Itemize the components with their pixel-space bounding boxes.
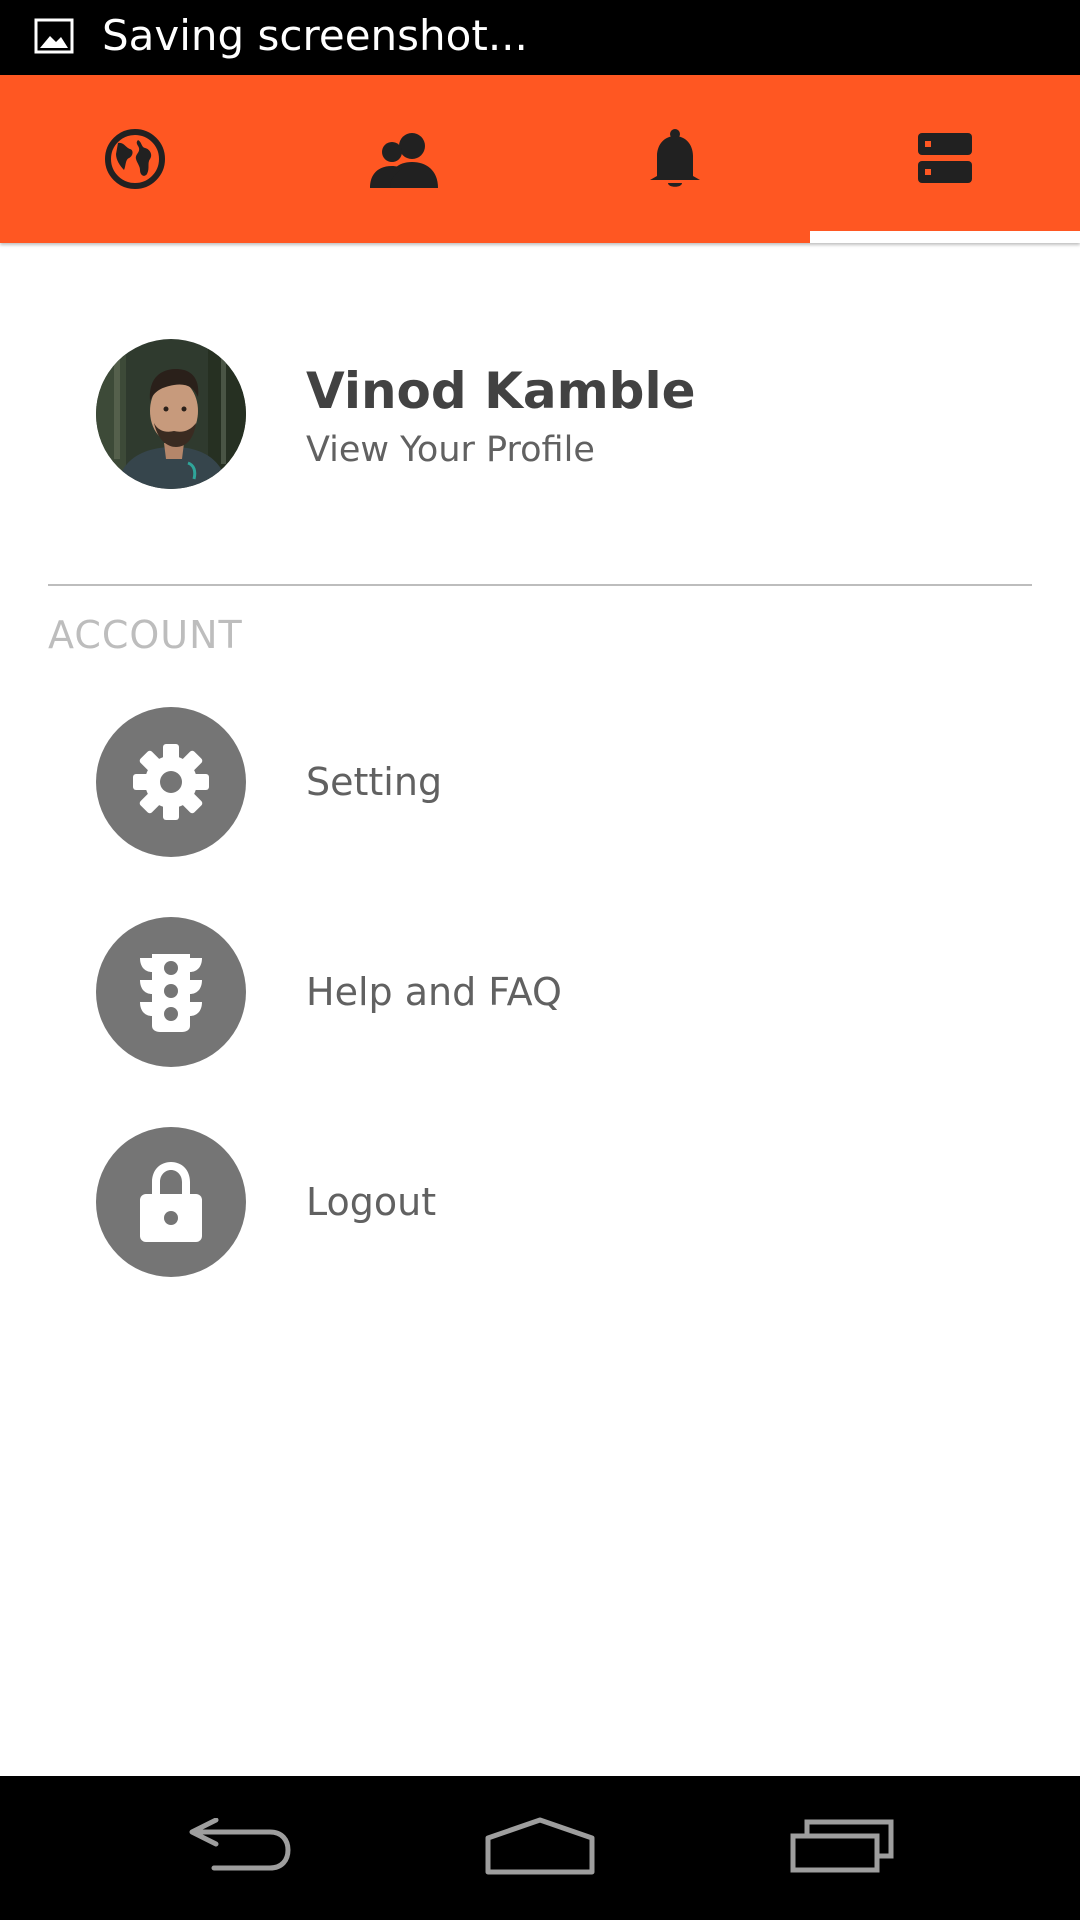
status-bar: Saving screenshot... bbox=[0, 0, 1080, 75]
list-icon bbox=[918, 133, 972, 185]
menu-item-setting[interactable]: Setting bbox=[0, 682, 1080, 882]
section-title-account: ACCOUNT bbox=[48, 613, 243, 657]
profile-name: Vinod Kamble bbox=[306, 362, 696, 420]
divider bbox=[48, 584, 1032, 586]
back-button[interactable] bbox=[170, 1798, 310, 1898]
tab-bar bbox=[0, 75, 1080, 243]
home-icon bbox=[484, 1816, 596, 1880]
menu-label-help: Help and FAQ bbox=[306, 970, 562, 1014]
lock-icon bbox=[96, 1127, 246, 1277]
menu-item-help[interactable]: Help and FAQ bbox=[0, 892, 1080, 1092]
recents-button[interactable] bbox=[772, 1798, 912, 1898]
profile-header[interactable]: Vinod Kamble View Your Profile bbox=[0, 243, 1080, 583]
menu-item-logout[interactable]: Logout bbox=[0, 1102, 1080, 1302]
menu-label-setting: Setting bbox=[306, 760, 443, 804]
back-icon bbox=[188, 1817, 292, 1878]
gear-icon bbox=[96, 707, 246, 857]
tab-menu[interactable] bbox=[810, 75, 1080, 243]
navigation-bar bbox=[0, 1776, 1080, 1920]
status-text: Saving screenshot... bbox=[102, 11, 528, 60]
traffic-light-icon bbox=[96, 917, 246, 1067]
recents-icon bbox=[789, 1818, 895, 1878]
image-icon bbox=[34, 18, 74, 54]
tab-people[interactable] bbox=[270, 75, 540, 243]
avatar[interactable] bbox=[96, 339, 246, 489]
bell-icon bbox=[648, 128, 702, 190]
people-icon bbox=[370, 130, 440, 188]
home-button[interactable] bbox=[470, 1798, 610, 1898]
menu-label-logout: Logout bbox=[306, 1180, 437, 1224]
view-profile-link[interactable]: View Your Profile bbox=[306, 428, 595, 472]
globe-icon bbox=[104, 128, 166, 190]
tab-globe[interactable] bbox=[0, 75, 270, 243]
tab-selected-indicator bbox=[810, 231, 1080, 243]
tab-notifications[interactable] bbox=[540, 75, 810, 243]
